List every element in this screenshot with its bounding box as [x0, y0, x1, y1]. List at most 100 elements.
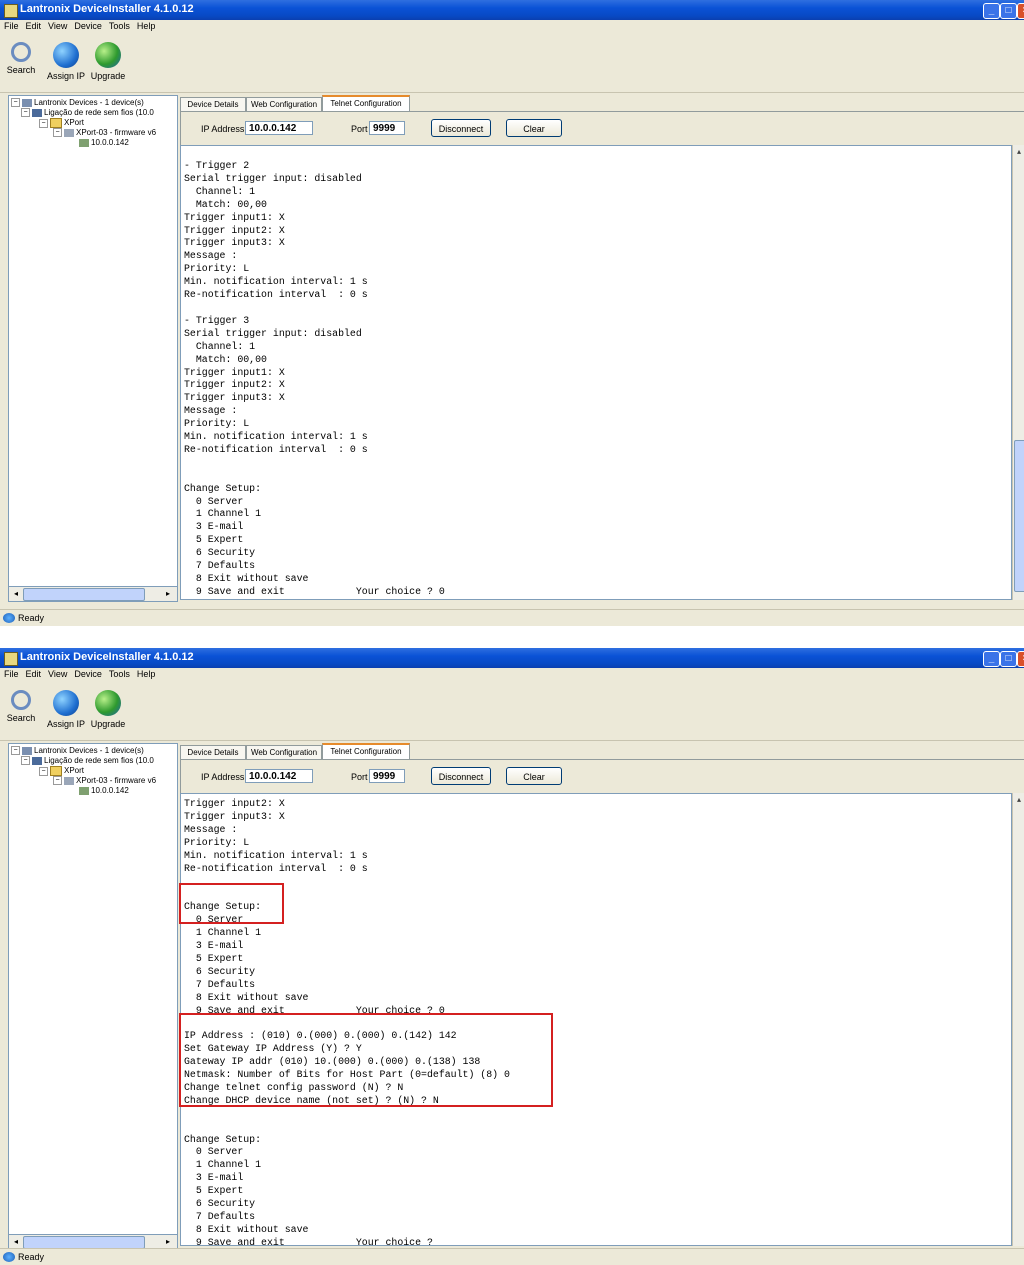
status-bar: Ready	[0, 1248, 1024, 1265]
tab-device-details[interactable]: Device Details	[180, 97, 246, 111]
scroll-up-icon[interactable]: ▴	[1014, 795, 1024, 805]
port-field[interactable]: 9999	[369, 769, 405, 783]
tab-telnet-configuration[interactable]: Telnet Configuration	[322, 95, 410, 112]
ip-address-field[interactable]: 10.0.0.142	[245, 769, 313, 783]
tree-root[interactable]: − Lantronix Devices - 1 device(s)	[11, 746, 144, 756]
device-tree: − Lantronix Devices - 1 device(s) − Ligaçã…	[8, 95, 178, 588]
assign-ip-button[interactable]: Assign IP	[44, 42, 88, 81]
menu-edit[interactable]: Edit	[22, 20, 45, 31]
console-output: - Trigger 2 Serial trigger input: disabl…	[184, 160, 445, 597]
network-icon	[32, 108, 42, 117]
scroll-left-icon[interactable]: ◂	[10, 588, 22, 599]
device-icon	[64, 128, 74, 137]
collapse-icon[interactable]: −	[11, 746, 20, 756]
clear-button[interactable]: Clear	[506, 767, 562, 785]
menu-bar: File Edit View Device Tools Help	[0, 20, 1024, 34]
menu-device[interactable]: Device	[70, 668, 105, 679]
menu-tools[interactable]: Tools	[105, 668, 133, 679]
scroll-right-icon[interactable]: ▸	[162, 1236, 174, 1247]
window-title: Lantronix DeviceInstaller 4.1.0.12	[20, 3, 194, 15]
search-button[interactable]: Search	[6, 690, 36, 723]
menu-device[interactable]: Device	[70, 20, 105, 31]
title-bar: Lantronix DeviceInstaller 4.1.0.12 _ □ ×	[0, 0, 1024, 20]
minimize-button[interactable]: _	[983, 651, 1000, 667]
upgrade-label: Upgrade	[90, 71, 126, 81]
folder-icon	[50, 766, 62, 776]
menu-edit[interactable]: Edit	[22, 668, 45, 679]
tree-root[interactable]: − Lantronix Devices - 1 device(s)	[11, 98, 144, 108]
status-icon	[3, 613, 15, 623]
connection-bar: IP Address 10.0.0.142 Port 9999 Disconne…	[180, 759, 1024, 794]
console-vertical-scrollbar[interactable]: ▴	[1012, 145, 1024, 600]
upgrade-button[interactable]: Upgrade	[90, 690, 126, 729]
menu-help[interactable]: Help	[133, 668, 159, 679]
collapse-icon[interactable]: −	[21, 756, 30, 766]
tree-device[interactable]: − XPort-03 - firmware v6	[53, 128, 156, 138]
highlight-change-setup-server	[179, 883, 284, 924]
search-icon	[11, 690, 31, 710]
tab-device-details[interactable]: Device Details	[180, 745, 246, 759]
folder-icon	[50, 118, 62, 128]
collapse-icon[interactable]: −	[53, 776, 62, 786]
telnet-console[interactable]: - Trigger 2 Serial trigger input: disabl…	[180, 145, 1012, 600]
scroll-thumb[interactable]	[23, 588, 145, 601]
tree-group[interactable]: − XPort	[39, 766, 84, 776]
menu-help[interactable]: Help	[133, 20, 159, 31]
menu-view[interactable]: View	[44, 668, 70, 679]
maximize-button[interactable]: □	[1000, 3, 1017, 19]
tab-web-configuration[interactable]: Web Configuration	[246, 745, 322, 759]
console-vertical-scrollbar[interactable]: ▴	[1012, 793, 1024, 1246]
collapse-icon[interactable]: −	[11, 98, 20, 108]
collapse-icon[interactable]: −	[53, 128, 62, 138]
device-installer-window-1: Lantronix DeviceInstaller 4.1.0.12 _ □ ×…	[0, 0, 1024, 626]
scroll-up-icon[interactable]: ▴	[1014, 147, 1024, 157]
assign-ip-label: Assign IP	[46, 71, 86, 81]
scroll-thumb[interactable]	[1014, 440, 1024, 592]
app-icon	[4, 652, 18, 666]
status-text: Ready	[18, 1252, 45, 1262]
menu-file[interactable]: File	[0, 20, 22, 31]
assign-ip-icon	[53, 42, 79, 68]
port-label: Port	[351, 772, 368, 782]
tree-ip[interactable]: 10.0.0.142	[79, 138, 129, 147]
clear-button[interactable]: Clear	[506, 119, 562, 137]
scroll-right-icon[interactable]: ▸	[162, 588, 174, 599]
title-bar: Lantronix DeviceInstaller 4.1.0.12 _ □ ×	[0, 648, 1024, 668]
connection-bar: IP Address 10.0.0.142 Port 9999 Disconne…	[180, 111, 1024, 146]
assign-ip-button[interactable]: Assign IP	[44, 690, 88, 729]
status-text: Ready	[18, 613, 45, 623]
port-field[interactable]: 9999	[369, 121, 405, 135]
collapse-icon[interactable]: −	[39, 118, 48, 128]
close-button[interactable]: ×	[1017, 651, 1024, 667]
tree-device[interactable]: − XPort-03 - firmware v6	[53, 776, 156, 786]
toolbar: Search Assign IP Upgrade	[0, 682, 1024, 741]
collapse-icon[interactable]: −	[39, 766, 48, 776]
collapse-icon[interactable]: −	[21, 108, 30, 118]
search-label: Search	[6, 713, 36, 723]
maximize-button[interactable]: □	[1000, 651, 1017, 667]
search-button[interactable]: Search	[6, 42, 36, 75]
close-button[interactable]: ×	[1017, 3, 1024, 19]
tree-network[interactable]: − Ligação de rede sem fios (10.0	[21, 756, 154, 766]
menu-view[interactable]: View	[44, 20, 70, 31]
toolbar: Search Assign IP Upgrade	[0, 34, 1024, 93]
tab-web-configuration[interactable]: Web Configuration	[246, 97, 322, 111]
disconnect-button[interactable]: Disconnect	[431, 767, 491, 785]
tree-group[interactable]: − XPort	[39, 118, 84, 128]
tree-network[interactable]: − Ligação de rede sem fios (10.0	[21, 108, 154, 118]
ip-address-field[interactable]: 10.0.0.142	[245, 121, 313, 135]
tab-telnet-configuration[interactable]: Telnet Configuration	[322, 743, 410, 760]
ip-node-icon	[79, 138, 89, 147]
scroll-left-icon[interactable]: ◂	[10, 1236, 22, 1247]
minimize-button[interactable]: _	[983, 3, 1000, 19]
network-icon	[32, 756, 42, 765]
upgrade-button[interactable]: Upgrade	[90, 42, 126, 81]
tree-horizontal-scrollbar[interactable]: ◂ ▸	[8, 586, 178, 602]
tree-ip[interactable]: 10.0.0.142	[79, 786, 129, 795]
menu-tools[interactable]: Tools	[105, 20, 133, 31]
menu-file[interactable]: File	[0, 668, 22, 679]
highlight-ip-settings	[179, 1013, 553, 1107]
disconnect-button[interactable]: Disconnect	[431, 119, 491, 137]
status-icon	[3, 1252, 15, 1262]
search-icon	[11, 42, 31, 62]
